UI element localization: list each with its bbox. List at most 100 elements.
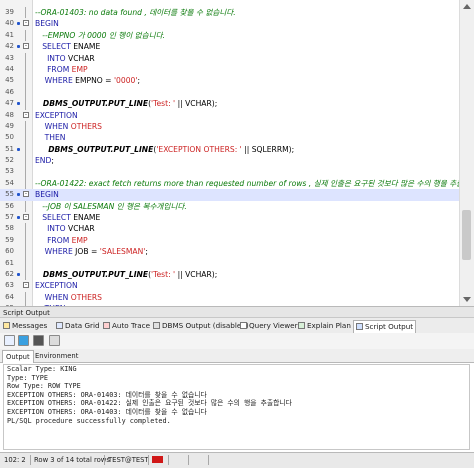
fold-toggle-icon[interactable]: - bbox=[23, 191, 29, 198]
trace-icon bbox=[103, 322, 110, 329]
fold-guide bbox=[25, 166, 26, 178]
tab-output[interactable]: Output bbox=[2, 350, 34, 363]
code-line[interactable]: 42 - SELECT ENAME bbox=[0, 41, 474, 52]
line-number: 52 bbox=[5, 156, 14, 165]
fold-toggle-icon[interactable]: - bbox=[23, 282, 29, 289]
code-line[interactable]: 39 --ORA-01403: no data found , 데이터를 찾을 수… bbox=[0, 7, 474, 19]
code-token: EMP bbox=[69, 235, 88, 245]
code-token: WHEN bbox=[35, 292, 69, 302]
code-line[interactable]: 56 --JOB 이 SALESMAN 인 행은 복수개입니다. bbox=[0, 200, 474, 213]
line-number: 41 bbox=[5, 30, 14, 39]
code-token: || VCHAR); bbox=[175, 99, 218, 109]
breakpoint-marker-icon[interactable] bbox=[17, 22, 20, 26]
status-divider bbox=[168, 455, 169, 465]
code-line[interactable]: 43 INTO VCHAR bbox=[0, 52, 474, 64]
fold-toggle-icon[interactable]: - bbox=[23, 214, 29, 221]
tab-dbms-output[interactable]: DBMS Output (disabled) bbox=[153, 320, 249, 332]
code-lines[interactable]: 39 --ORA-01403: no data found , 데이터를 찾을 수… bbox=[0, 7, 474, 306]
fold-toggle-icon[interactable]: - bbox=[23, 111, 29, 118]
code-line[interactable]: 53 bbox=[0, 166, 474, 178]
code-line[interactable]: 49 WHEN OTHERS bbox=[0, 120, 474, 133]
line-number: 63 bbox=[5, 281, 14, 290]
breakpoint-marker-icon[interactable] bbox=[17, 147, 20, 151]
code-token: EMPNO = bbox=[72, 76, 114, 86]
code-line[interactable]: 57 - SELECT ENAME bbox=[0, 212, 474, 223]
status-divider bbox=[188, 455, 189, 465]
code-token: EXCEPTION bbox=[35, 281, 78, 291]
tab-script-output[interactable]: Script Output bbox=[353, 320, 417, 333]
code-line[interactable]: 45 WHERE EMPNO = '0000'; bbox=[0, 75, 474, 87]
code-line[interactable]: 59 FROM EMP bbox=[0, 234, 474, 247]
code-text: EXCEPTION bbox=[35, 110, 78, 121]
line-number: 47 bbox=[5, 99, 14, 108]
code-line[interactable]: 50 THEN bbox=[0, 132, 474, 144]
tab-auto-trace[interactable]: Auto Trace bbox=[103, 320, 150, 332]
code-line[interactable]: 44 FROM EMP bbox=[0, 63, 474, 76]
code-line[interactable]: 54 --ORA-01422: exact fetch returns more … bbox=[0, 177, 474, 190]
cursor-position: 102: 2 bbox=[4, 456, 26, 464]
fold-guide bbox=[25, 86, 26, 99]
tab-data-grid[interactable]: Data Grid bbox=[56, 320, 100, 332]
editor-vertical-scrollbar[interactable] bbox=[459, 0, 474, 306]
tab-messages[interactable]: Messages bbox=[3, 320, 47, 332]
line-number: 48 bbox=[5, 110, 14, 119]
breakpoint-marker-icon[interactable] bbox=[17, 102, 20, 106]
sql-editor[interactable]: 39 --ORA-01403: no data found , 데이터를 찾을 수… bbox=[0, 0, 474, 306]
code-line[interactable]: 58 INTO VCHAR bbox=[0, 223, 474, 235]
print-icon[interactable] bbox=[49, 335, 60, 346]
code-line[interactable]: 55 - BEGIN bbox=[0, 189, 474, 201]
breakpoint-marker-icon[interactable] bbox=[17, 272, 20, 276]
scroll-down-icon[interactable] bbox=[463, 297, 471, 302]
query-viewer-icon bbox=[240, 322, 247, 329]
tab-query-viewer[interactable]: Query Viewer bbox=[240, 320, 298, 332]
code-token: WHERE bbox=[35, 247, 73, 257]
fold-guide bbox=[25, 52, 26, 64]
scrollbar-thumb[interactable] bbox=[462, 210, 471, 260]
code-line[interactable]: 61 bbox=[0, 257, 474, 269]
code-line[interactable]: 46 bbox=[0, 86, 474, 99]
code-line[interactable]: 48 - EXCEPTION bbox=[0, 110, 474, 121]
code-line[interactable]: 52 END; bbox=[0, 155, 474, 167]
line-number: 56 bbox=[5, 201, 14, 210]
code-token: VCHAR bbox=[65, 224, 95, 234]
code-token: ; bbox=[51, 156, 54, 166]
code-text: DBMS_OUTPUT.PUT_LINE('Test: ' || VCHAR); bbox=[35, 98, 217, 109]
code-line[interactable]: 64 WHEN OTHERS bbox=[0, 291, 474, 304]
fold-guide bbox=[25, 29, 26, 42]
code-line[interactable]: 47 DBMS_OUTPUT.PUT_LINE('Test: ' || VCHA… bbox=[0, 98, 474, 110]
code-text: --ORA-01403: no data found , 데이터를 찾을 수 없… bbox=[35, 7, 236, 18]
code-line[interactable]: 41 --EMPNO 가 0000 인 행이 없습니다. bbox=[0, 29, 474, 42]
code-token: --JOB 이 SALESMAN 인 행은 복수개입니다. bbox=[35, 201, 187, 211]
code-token: || SQLERRM); bbox=[241, 144, 295, 154]
tab-environment[interactable]: Environment bbox=[32, 350, 81, 362]
fold-guide bbox=[25, 257, 26, 269]
breakpoint-marker-icon[interactable] bbox=[17, 216, 20, 220]
line-number: 53 bbox=[5, 167, 14, 176]
status-divider bbox=[148, 455, 149, 465]
script-output-text[interactable]: Scalar Type: KING Type: TYPE Row Type: R… bbox=[3, 364, 470, 450]
code-token: EXCEPTION bbox=[35, 110, 78, 120]
tab-explain-plan[interactable]: Explain Plan bbox=[298, 320, 351, 332]
code-text: BEGIN bbox=[35, 18, 59, 29]
fold-toggle-icon[interactable]: - bbox=[23, 20, 29, 27]
code-token: '0000' bbox=[113, 76, 138, 86]
line-number: 55 bbox=[5, 190, 14, 199]
breakpoint-marker-icon[interactable] bbox=[17, 45, 20, 49]
code-line[interactable]: 40 - BEGIN bbox=[0, 18, 474, 29]
new-document-icon[interactable] bbox=[4, 335, 15, 346]
save-icon[interactable] bbox=[33, 335, 44, 346]
code-token: DBMS_OUTPUT.PUT_LINE bbox=[35, 144, 154, 154]
code-token: WHERE bbox=[35, 76, 73, 86]
output-line: EXCEPTION OTHERS: ORA-01403: 데이터를 찾을 수 없… bbox=[7, 407, 207, 416]
fold-toggle-icon[interactable]: - bbox=[23, 43, 29, 50]
code-line[interactable]: 51 DBMS_OUTPUT.PUT_LINE('EXCEPTION OTHER… bbox=[0, 143, 474, 156]
code-line[interactable]: 63 - EXCEPTION bbox=[0, 280, 474, 291]
output-toolbar bbox=[0, 333, 474, 350]
code-text: THEN bbox=[35, 132, 66, 143]
code-line[interactable]: 60 WHERE JOB = 'SALESMAN'; bbox=[0, 246, 474, 258]
code-line[interactable]: 62 DBMS_OUTPUT.PUT_LINE('Test: ' || VCHA… bbox=[0, 268, 474, 281]
fold-guide bbox=[25, 132, 26, 144]
scroll-up-icon[interactable] bbox=[463, 4, 471, 9]
breakpoint-marker-icon[interactable] bbox=[17, 193, 20, 197]
copy-icon[interactable] bbox=[18, 335, 29, 346]
